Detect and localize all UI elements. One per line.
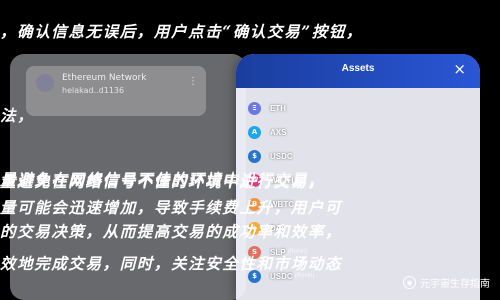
asset-row-usdc[interactable]: $ USDC (248, 144, 468, 168)
eth-token-icon: Ξ (248, 101, 261, 115)
network-name: Ethereum Network (62, 73, 147, 83)
usdc-token-icon: $ (248, 149, 261, 163)
article-line-3-overlay: 量避免在网络信号不佳的环境中进行交易， (0, 172, 325, 191)
watermark-text: 元宇宙生存指南 (420, 279, 490, 290)
asset-label: AXS (270, 127, 287, 137)
more-dots-icon[interactable]: ⋮ (188, 76, 198, 87)
asset-label: USDC (270, 151, 293, 161)
modal-title: Assets (341, 63, 375, 74)
article-line-4: 量可能会迅速增加，导致手续费上升，用户可 (0, 198, 343, 217)
wallet-address: helakad..d1136 (62, 86, 125, 95)
asset-row-eth[interactable]: Ξ ETH (248, 96, 468, 120)
modal-header: Assets × (236, 54, 480, 88)
asset-label: ETH (270, 103, 286, 113)
axs-token-icon: A (248, 125, 261, 139)
wallet-account-header[interactable]: Ethereum Network helakad..d1136 ⋮ (26, 66, 206, 116)
account-avatar (36, 74, 54, 92)
asset-row-axs[interactable]: A AXS (248, 120, 468, 144)
close-icon[interactable]: × (453, 60, 466, 78)
watermark: ◉ 元宇宙生存指南 (403, 275, 490, 290)
article-line-5: 的交易决策，从而提高交易的成功率和效率， (0, 222, 343, 241)
metaverse-logo-icon: ◉ (403, 276, 416, 289)
article-line-6: 效地完成交易，同时，关注安全性和市场动态 (0, 254, 343, 273)
article-line-1: ，确认信息无误后，用户点击“确认交易”按钮， (0, 22, 364, 41)
